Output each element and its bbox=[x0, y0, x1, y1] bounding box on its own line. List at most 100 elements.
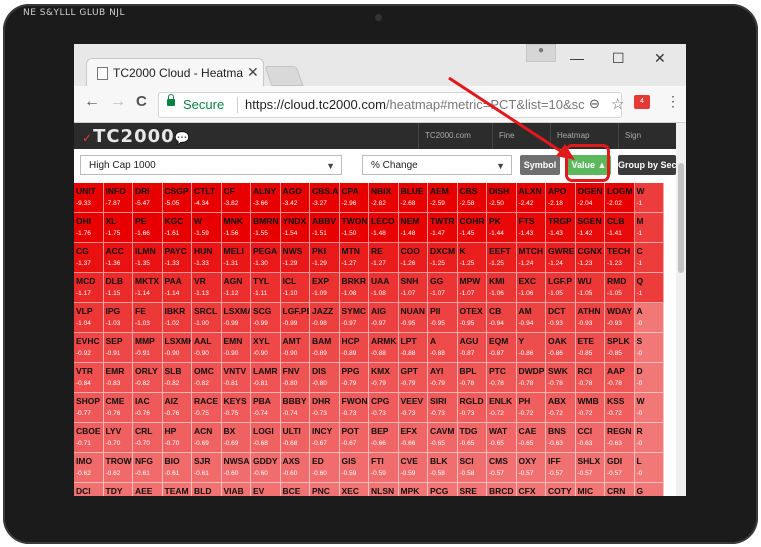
heatmap-cell[interactable]: VIAB-0.55 bbox=[221, 483, 251, 496]
heatmap-cell[interactable]: UNIT -9.33 bbox=[74, 183, 104, 213]
heatmap-cell[interactable]: DHR -0.73 bbox=[310, 393, 340, 423]
extension-icon[interactable]: 4 bbox=[634, 95, 650, 109]
heatmap-cell[interactable]: D -0 bbox=[634, 363, 664, 393]
heatmap-cell[interactable]: L -0 bbox=[634, 453, 664, 483]
heatmap-cell[interactable]: SLB -0.82 bbox=[162, 363, 192, 393]
heatmap-cell[interactable]: CG -1.37 bbox=[74, 243, 104, 273]
heatmap-cell[interactable]: BRCD-0.53 bbox=[487, 483, 517, 496]
heatmap-cell[interactable]: TDY-0.56 bbox=[103, 483, 133, 496]
heatmap-cell[interactable]: KEYS -0.75 bbox=[221, 393, 251, 423]
browser-tab[interactable]: TC2000 Cloud - Heatmap ✕ bbox=[86, 58, 264, 87]
heatmap-cell[interactable]: EVHC -0.92 bbox=[74, 333, 104, 363]
heatmap-cell[interactable]: MNK -1.56 bbox=[221, 213, 251, 243]
heatmap-cell[interactable]: GDDY -0.60 bbox=[251, 453, 281, 483]
heatmap-cell[interactable]: HUN -1.33 bbox=[192, 243, 222, 273]
heatmap-cell[interactable]: KGC -1.61 bbox=[162, 213, 192, 243]
heatmap-cell[interactable]: LGF.PB -0.99 bbox=[280, 303, 310, 333]
heatmap-cell[interactable]: POT -0.67 bbox=[339, 423, 369, 453]
heatmap-cell[interactable]: MELI -1.31 bbox=[221, 243, 251, 273]
heatmap-cell[interactable]: FTI -0.59 bbox=[369, 453, 399, 483]
tab-close-icon[interactable]: ✕ bbox=[247, 64, 259, 81]
heatmap-cell[interactable]: FTS -1.43 bbox=[516, 213, 546, 243]
nav-tc2000[interactable]: TC2000.com bbox=[418, 123, 477, 149]
scrollbar[interactable] bbox=[676, 123, 686, 496]
heatmap-cell[interactable]: BIO -0.61 bbox=[162, 453, 192, 483]
heatmap-cell[interactable]: EXC -1.06 bbox=[516, 273, 546, 303]
heatmap-cell[interactable]: ABBV -1.51 bbox=[310, 213, 340, 243]
heatmap-cell[interactable]: MTN -1.27 bbox=[339, 243, 369, 273]
heatmap-cell[interactable]: IBKR -1.02 bbox=[162, 303, 192, 333]
heatmap-cell[interactable]: RMD -1.05 bbox=[605, 273, 635, 303]
new-tab-button[interactable] bbox=[264, 66, 304, 86]
heatmap-cell[interactable]: INFO -7.87 bbox=[103, 183, 133, 213]
heatmap-cell[interactable]: PAYC -1.33 bbox=[162, 243, 192, 273]
heatmap-cell[interactable]: ENLK -0.72 bbox=[487, 393, 517, 423]
heatmap-cell[interactable]: ALNY -3.66 bbox=[251, 183, 281, 213]
heatmap-cell[interactable]: EXP -1.09 bbox=[310, 273, 340, 303]
heatmap-cell[interactable]: FE -1.03 bbox=[133, 303, 163, 333]
heatmap-cell[interactable]: NEM -1.48 bbox=[398, 213, 428, 243]
heatmap-cell[interactable]: PBA -0.74 bbox=[251, 393, 281, 423]
heatmap-cell[interactable]: EQM -0.87 bbox=[487, 333, 517, 363]
heatmap-cell[interactable]: EEFT -1.25 bbox=[487, 243, 517, 273]
heatmap-cell[interactable]: SRCL -1.00 bbox=[192, 303, 222, 333]
heatmap-cell[interactable]: ETE -0.85 bbox=[575, 333, 605, 363]
heatmap-cell[interactable]: LSXMK -0.90 bbox=[162, 333, 192, 363]
heatmap-cell[interactable]: AXS -0.60 bbox=[280, 453, 310, 483]
group-by-sector-button[interactable]: Group by Sec bbox=[618, 155, 676, 175]
heatmap-cell[interactable]: COHR -1.45 bbox=[457, 213, 487, 243]
heatmap-cell[interactable]: LPT -0.88 bbox=[398, 333, 428, 363]
heatmap-cell[interactable]: INCY -0.67 bbox=[310, 423, 340, 453]
heatmap-cell[interactable]: REGN -0.63 bbox=[605, 423, 635, 453]
heatmap-cell[interactable]: CGNX -1.23 bbox=[575, 243, 605, 273]
heatmap-cell[interactable]: MTCH -1.24 bbox=[516, 243, 546, 273]
heatmap-cell[interactable]: CAE -0.65 bbox=[516, 423, 546, 453]
heatmap-cell[interactable]: SIRI -0.73 bbox=[428, 393, 458, 423]
heatmap-cell[interactable]: GWRE -1.24 bbox=[546, 243, 576, 273]
heatmap-cell[interactable]: BRKR -1.08 bbox=[339, 273, 369, 303]
heatmap-cell[interactable]: Y -0.86 bbox=[516, 333, 546, 363]
heatmap-cell[interactable]: AIZ -0.76 bbox=[162, 393, 192, 423]
heatmap-cell[interactable]: LOGM -2.02 bbox=[605, 183, 635, 213]
heatmap-cell[interactable]: GG -1.07 bbox=[428, 273, 458, 303]
heatmap-cell[interactable]: AGN -1.12 bbox=[221, 273, 251, 303]
heatmap-cell[interactable]: MCD -1.17 bbox=[74, 273, 104, 303]
heatmap-cell[interactable]: CLB -1.41 bbox=[605, 213, 635, 243]
heatmap-cell[interactable]: TRGP -1.43 bbox=[546, 213, 576, 243]
heatmap-cell[interactable]: AYI -0.79 bbox=[428, 363, 458, 393]
heatmap-cell[interactable]: MPK-0.53 bbox=[398, 483, 428, 496]
metric-select[interactable]: % Change ▼ bbox=[362, 155, 512, 175]
heatmap-cell[interactable]: XEC-0.54 bbox=[339, 483, 369, 496]
heatmap-cell[interactable]: W -0 bbox=[634, 393, 664, 423]
heatmap-cell[interactable]: DCT -0.93 bbox=[546, 303, 576, 333]
heatmap-cell[interactable]: SGEN -1.42 bbox=[575, 213, 605, 243]
heatmap-cell[interactable]: EFX -0.66 bbox=[398, 423, 428, 453]
heatmap-cell[interactable]: CPG -0.73 bbox=[369, 393, 399, 423]
heatmap-cell[interactable]: BAM -0.89 bbox=[310, 333, 340, 363]
heatmap-cell[interactable]: LAMR -0.81 bbox=[251, 363, 281, 393]
heatmap-cell[interactable]: OHI -1.76 bbox=[74, 213, 104, 243]
heatmap-cell[interactable]: TWON -1.50 bbox=[339, 213, 369, 243]
heatmap-cell[interactable]: BLD-0.55 bbox=[192, 483, 222, 496]
heatmap-cell[interactable]: AEM -2.59 bbox=[428, 183, 458, 213]
nav-sign[interactable]: Sign bbox=[618, 123, 647, 149]
heatmap-cell[interactable]: PII -0.95 bbox=[428, 303, 458, 333]
heatmap-cell[interactable]: CFX-0.53 bbox=[516, 483, 546, 496]
heatmap-cell[interactable]: ARMK -0.88 bbox=[369, 333, 399, 363]
heatmap-cell[interactable]: LSXMA -0.99 bbox=[221, 303, 251, 333]
heatmap-cell[interactable]: COTY-0.52 bbox=[546, 483, 576, 496]
heatmap-cell[interactable]: SCI -0.58 bbox=[457, 453, 487, 483]
zoom-icon[interactable]: ⊖ bbox=[589, 96, 600, 112]
heatmap-cell[interactable]: NBIX -2.82 bbox=[369, 183, 399, 213]
heatmap-cell[interactable]: MIC-0.52 bbox=[575, 483, 605, 496]
heatmap-cell[interactable]: A -0.88 bbox=[428, 333, 458, 363]
heatmap-cell[interactable]: NFG -0.61 bbox=[133, 453, 163, 483]
heatmap-cell[interactable]: CSGP -5.05 bbox=[162, 183, 192, 213]
heatmap-cell[interactable]: ILMN -1.35 bbox=[133, 243, 163, 273]
maximize-button[interactable]: ☐ bbox=[612, 50, 625, 67]
heatmap-cell[interactable]: DLB -1.15 bbox=[103, 273, 133, 303]
heatmap-cell[interactable]: COO -1.26 bbox=[398, 243, 428, 273]
heatmap-cell[interactable]: ACC -1.36 bbox=[103, 243, 133, 273]
heatmap-cell[interactable]: ATHN -0.93 bbox=[575, 303, 605, 333]
heatmap-cell[interactable]: G-0 bbox=[634, 483, 664, 496]
